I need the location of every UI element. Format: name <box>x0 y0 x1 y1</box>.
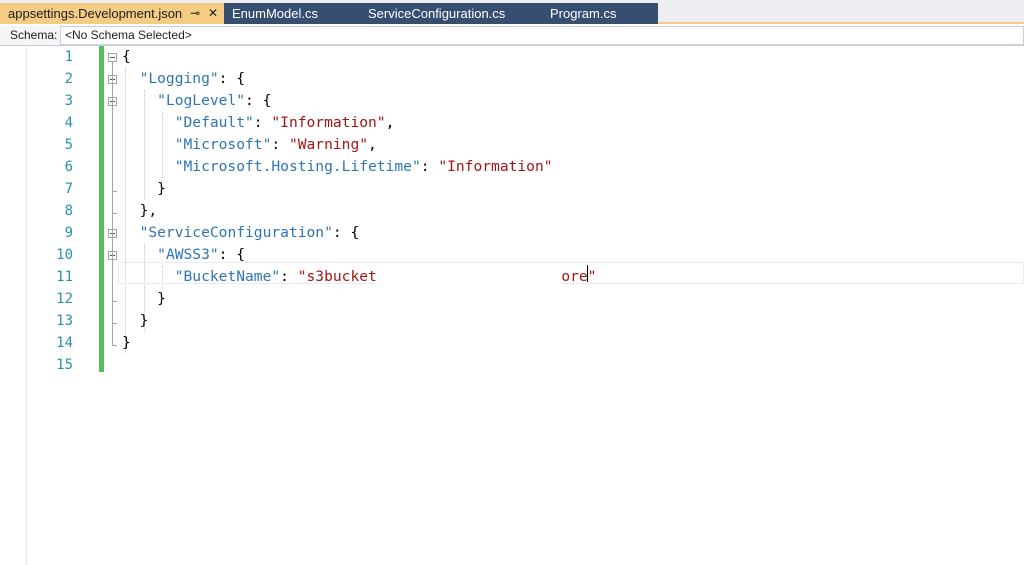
line-number: 1 <box>64 49 73 65</box>
json-punctuation <box>122 70 140 87</box>
fold-end <box>112 345 117 346</box>
json-string-value: "Information" <box>438 158 553 175</box>
tab-serviceconfiguration-cs[interactable]: ServiceConfiguration.cs <box>360 3 542 24</box>
document-tab-strip: appsettings.Development.json ⊸ ✕ EnumMod… <box>0 0 1024 24</box>
json-punctuation: : <box>420 158 439 175</box>
json-punctuation: : { <box>245 92 272 109</box>
line-number: 2 <box>64 71 73 87</box>
code-line: } <box>122 178 166 200</box>
json-key: "AWSS3" <box>157 246 219 263</box>
pin-icon[interactable]: ⊸ <box>190 3 200 24</box>
json-key: "Microsoft" <box>174 136 272 153</box>
json-string-value: ore" <box>561 268 597 285</box>
schema-select[interactable]: <No Schema Selected> <box>60 26 1024 45</box>
collapse-icon[interactable] <box>108 53 117 62</box>
json-key: "BucketName" <box>174 268 281 285</box>
code-line: "AWSS3": { <box>122 244 245 266</box>
code-editor[interactable]: 1 2 3 4 5 6 7 8 9 10 11 12 13 14 15 { "Logging": { "Lo… <box>0 46 1024 565</box>
json-punctuation: , <box>385 114 395 131</box>
line-number: 8 <box>64 203 73 219</box>
schema-label: Schema: <box>10 28 58 42</box>
json-punctuation <box>122 224 140 241</box>
json-punctuation: : { <box>218 70 246 87</box>
json-punctuation <box>122 246 157 263</box>
json-punctuation: : { <box>332 224 360 241</box>
json-string-value: "Information" <box>271 114 386 131</box>
line-number: 15 <box>56 357 73 373</box>
code-line: "Logging": { <box>122 68 245 90</box>
code-line: "ServiceConfiguration": { <box>122 222 360 244</box>
schema-bar: Schema: <No Schema Selected> <box>0 26 1024 46</box>
fold-end <box>112 213 117 214</box>
text-caret <box>587 265 588 282</box>
line-number: 9 <box>64 225 73 241</box>
json-key: "Default" <box>174 114 254 131</box>
line-number: 5 <box>64 137 73 153</box>
line-number: 13 <box>56 313 73 329</box>
change-tracking-bar <box>99 46 104 372</box>
tab-enummodel-cs[interactable]: EnumModel.cs <box>224 3 360 24</box>
json-key: "Logging" <box>139 70 219 87</box>
code-line: "BucketName": "s3bucket ore" <box>122 266 596 288</box>
json-punctuation: , <box>368 136 377 153</box>
code-line: } <box>122 332 131 354</box>
fold-end <box>112 301 117 302</box>
fold-end <box>112 323 117 324</box>
line-number: 12 <box>56 291 73 307</box>
json-key: "Microsoft.Hosting.Lifetime" <box>174 158 421 175</box>
tab-appsettings-development-json[interactable]: appsettings.Development.json ⊸ ✕ <box>0 3 226 24</box>
line-number: 14 <box>56 335 73 351</box>
json-punctuation <box>122 268 175 285</box>
json-punctuation: } <box>122 312 149 329</box>
code-line: { <box>122 46 131 68</box>
code-line: "LogLevel": { <box>122 90 271 112</box>
json-punctuation <box>122 136 175 153</box>
code-line: } <box>122 310 149 332</box>
json-punctuation: }, <box>122 202 158 219</box>
json-punctuation: } <box>122 334 131 351</box>
json-string-value: "Warning" <box>288 136 369 153</box>
tab-label: ServiceConfiguration.cs <box>368 6 506 21</box>
fold-end <box>112 191 117 192</box>
line-number: 11 <box>56 269 73 285</box>
json-punctuation: { <box>122 48 131 65</box>
json-string-value: "s3bucket <box>297 268 377 285</box>
json-punctuation: : <box>253 114 272 131</box>
tab-label: appsettings.Development.json <box>8 6 183 21</box>
redacted-text <box>376 266 562 288</box>
line-number: 7 <box>64 181 73 197</box>
code-line: } <box>122 288 166 310</box>
code-line: }, <box>122 200 158 222</box>
code-line: "Microsoft": "Warning", <box>122 134 377 156</box>
code-line: "Default": "Information", <box>122 112 395 134</box>
editor-left-margin <box>0 46 27 565</box>
json-punctuation: : { <box>218 246 246 263</box>
code-line: "Microsoft.Hosting.Lifetime": "Informati… <box>122 156 553 178</box>
line-number: 6 <box>64 159 73 175</box>
tab-label: Program.cs <box>550 6 617 21</box>
json-punctuation: : <box>280 268 298 285</box>
json-punctuation <box>122 158 175 175</box>
tab-label: EnumModel.cs <box>232 6 318 21</box>
json-punctuation: : <box>271 136 289 153</box>
line-number: 4 <box>64 115 73 131</box>
json-punctuation <box>122 114 175 131</box>
line-number: 10 <box>56 247 73 263</box>
fold-line <box>112 62 113 345</box>
json-key: "ServiceConfiguration" <box>139 224 333 241</box>
tab-program-cs[interactable]: Program.cs <box>542 3 658 24</box>
json-punctuation: } <box>122 290 166 307</box>
json-punctuation <box>122 92 157 109</box>
json-punctuation: } <box>122 180 166 197</box>
line-number: 3 <box>64 93 73 109</box>
close-icon[interactable]: ✕ <box>208 3 218 24</box>
json-key: "LogLevel" <box>157 92 246 109</box>
